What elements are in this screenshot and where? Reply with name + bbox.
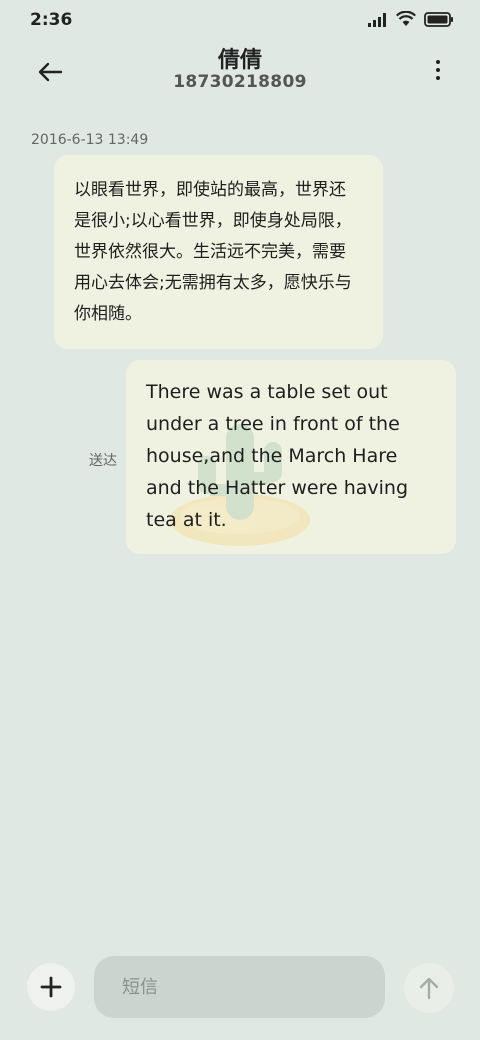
status-icons <box>368 10 454 31</box>
status-bar: 2:36 <box>0 0 480 40</box>
send-button[interactable] <box>404 963 454 1013</box>
message-text: 以眼看世界，即使站的最高，世界还是很小;以心看世界，即使身处局限，世界依然很大。… <box>74 180 352 324</box>
add-attachment-button[interactable] <box>27 963 75 1011</box>
delivery-status: 送达 <box>89 453 117 469</box>
more-options-button[interactable] <box>432 56 444 84</box>
battery-icon <box>424 11 454 31</box>
message-timestamp: 2016-6-13 13:49 <box>31 132 149 148</box>
wifi-icon <box>396 10 416 31</box>
status-time: 2:36 <box>30 10 73 30</box>
sent-message-bubble[interactable]: There was a table set out under a tree i… <box>126 360 456 554</box>
contact-number: 18730218809 <box>173 72 307 92</box>
message-text: There was a table set out under a tree i… <box>146 381 409 531</box>
message-input[interactable] <box>94 956 385 1018</box>
signal-icon <box>368 12 388 31</box>
plus-icon <box>40 976 62 998</box>
more-vert-icon <box>436 60 440 64</box>
conversation-header: 倩倩 18730218809 <box>0 40 480 100</box>
received-message-bubble[interactable]: 以眼看世界，即使站的最高，世界还是很小;以心看世界，即使身处局限，世界依然很大。… <box>54 155 383 349</box>
contact-name: 倩倩 <box>217 48 262 73</box>
arrow-up-icon <box>419 977 439 1000</box>
